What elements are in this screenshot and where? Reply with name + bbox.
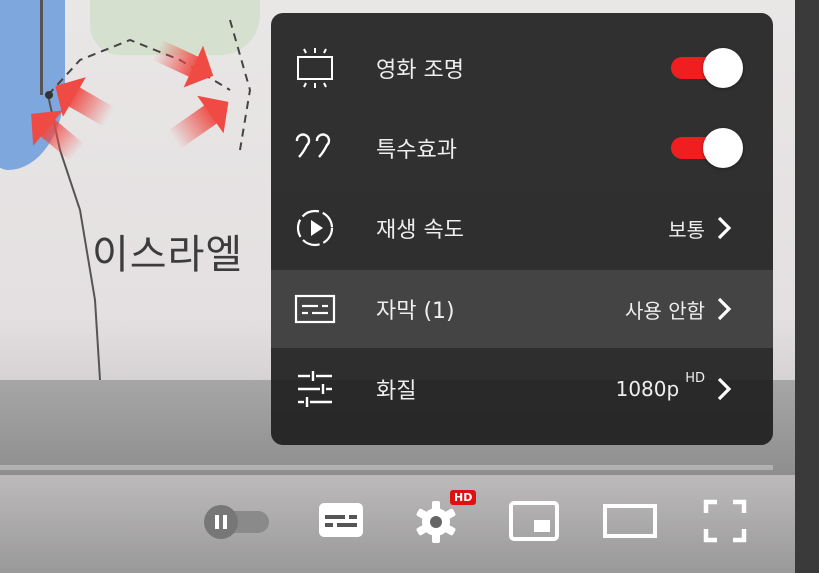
settings-button[interactable] [412, 498, 460, 546]
hd-superscript: HD [685, 371, 705, 386]
ambient-mode-toggle[interactable] [671, 48, 743, 88]
miniplayer-button[interactable] [507, 498, 561, 544]
hd-badge: HD [450, 490, 477, 505]
gear-icon [416, 501, 456, 543]
screen-edge [795, 0, 819, 573]
menu-item-value: 사용 안함 [625, 298, 705, 323]
menu-item-ambient-mode[interactable]: 영화 조명 [271, 29, 773, 107]
autoplay-toggle[interactable] [203, 505, 271, 539]
player-controls [0, 470, 795, 573]
menu-item-quality[interactable]: 화질 1080p HD [271, 350, 773, 428]
menu-item-value: 1080p HD [615, 371, 705, 401]
menu-item-label: 재생 속도 [376, 218, 464, 243]
fullscreen-button[interactable] [702, 498, 748, 544]
menu-item-stable-volume[interactable]: 특수효과 [271, 109, 773, 187]
chevron-right-icon [715, 376, 733, 402]
menu-item-label: 자막 (1) [376, 299, 455, 324]
menu-item-label: 특수효과 [376, 138, 457, 163]
chevron-right-icon [715, 215, 733, 241]
menu-item-value: 보통 [668, 217, 705, 242]
settings-menu: 영화 조명 특수효과 재생 속도 보통 자막 (1) 사용 안함 화질 1080… [271, 13, 773, 445]
playback-speed-icon [293, 206, 337, 250]
toggle-knob [703, 48, 743, 88]
stable-volume-icon [293, 126, 337, 170]
ambient-light-icon [293, 46, 337, 90]
menu-item-label: 화질 [376, 379, 417, 404]
subtitles-button[interactable] [314, 498, 368, 542]
map-label: 이스라엘 [92, 232, 244, 278]
chevron-right-icon [715, 296, 733, 322]
menu-item-subtitles[interactable]: 자막 (1) 사용 안함 [271, 270, 773, 348]
stable-volume-toggle[interactable] [671, 128, 743, 168]
theater-mode-button[interactable] [601, 500, 659, 542]
menu-item-playback-speed[interactable]: 재생 속도 보통 [271, 189, 773, 267]
subtitles-icon [293, 287, 337, 331]
quality-value: 1080p [615, 377, 680, 401]
toggle-knob [703, 128, 743, 168]
quality-icon [293, 367, 337, 411]
menu-item-label: 영화 조명 [376, 58, 464, 83]
